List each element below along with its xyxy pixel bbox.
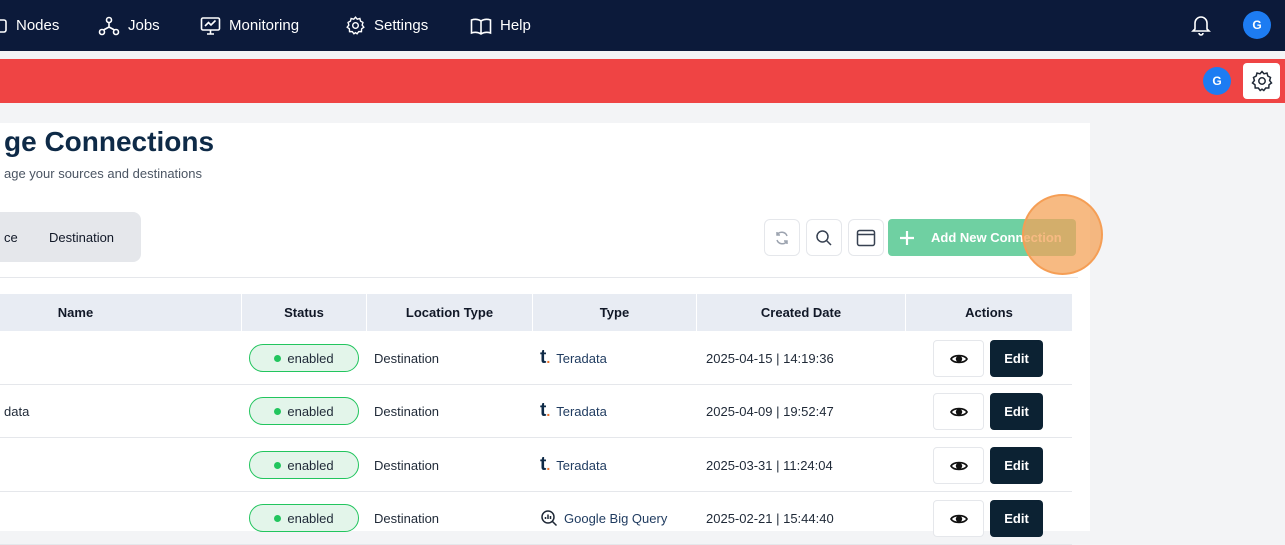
page-subtitle: age your sources and destinations <box>4 166 203 181</box>
nav-settings-label: Settings <box>374 17 429 34</box>
edit-button[interactable]: Edit <box>990 340 1043 377</box>
column-header-name[interactable]: Name <box>0 294 242 331</box>
status-label: enabled <box>287 403 334 419</box>
view-button[interactable] <box>933 340 984 377</box>
nav-monitoring-label: Monitoring <box>229 17 300 34</box>
jobs-icon <box>98 16 120 35</box>
top-nav-bar: Nodes Jobs Monitoring Settings Help G <box>0 0 1285 51</box>
click-highlight <box>1022 194 1103 275</box>
column-header-created-date[interactable]: Created Date <box>697 294 906 331</box>
user-avatar[interactable]: G <box>1243 11 1271 39</box>
status-dot <box>274 407 282 415</box>
row-location-type: Destination <box>374 457 440 473</box>
row-location-type: Destination <box>374 350 440 366</box>
refresh-icon <box>776 230 788 245</box>
window-icon <box>856 229 876 246</box>
nav-settings[interactable]: Settings <box>345 0 428 51</box>
nodes-icon <box>0 18 7 33</box>
row-type-label: Teradata <box>556 403 607 419</box>
column-header-type[interactable]: Type <box>533 294 697 331</box>
row-created-date: 2025-02-21 | 15:44:40 <box>706 510 834 526</box>
nav-nodes[interactable]: Nodes <box>0 0 59 51</box>
search-icon <box>816 229 832 246</box>
column-header-status[interactable]: Status <box>242 294 367 331</box>
edit-button[interactable]: Edit <box>990 500 1043 537</box>
status-badge: enabled <box>249 344 359 372</box>
row-type: t. Teradata <box>540 332 607 384</box>
page-title: ge Connections <box>4 126 215 157</box>
bell-icon[interactable] <box>1191 14 1211 36</box>
nav-monitoring[interactable]: Monitoring <box>200 0 299 51</box>
view-button[interactable] <box>933 500 984 537</box>
table-row: enabled Destination Google Big Query 202… <box>0 492 1072 545</box>
row-name: data <box>4 403 30 419</box>
row-location-type: Destination <box>374 510 440 526</box>
row-created-date: 2025-04-15 | 14:19:36 <box>706 350 834 366</box>
tab-source[interactable]: ce <box>4 212 18 262</box>
eye-icon <box>949 354 968 363</box>
status-label: enabled <box>287 457 334 473</box>
row-created-date: 2025-04-09 | 19:52:47 <box>706 403 834 419</box>
connection-type-tabs: ce Destination <box>0 212 141 262</box>
row-type: Google Big Query <box>540 492 667 544</box>
search-button[interactable] <box>806 219 842 256</box>
columns-button[interactable] <box>848 219 884 256</box>
nav-jobs-label: Jobs <box>128 17 160 34</box>
nav-help[interactable]: Help <box>470 0 531 51</box>
book-icon <box>470 18 492 35</box>
row-type-label: Teradata <box>556 457 607 473</box>
tab-destination[interactable]: Destination <box>49 212 114 262</box>
status-badge: enabled <box>249 504 359 532</box>
edit-button[interactable]: Edit <box>990 447 1043 484</box>
status-dot <box>274 461 282 469</box>
column-header-location-type[interactable]: Location Type <box>367 294 533 331</box>
status-label: enabled <box>287 510 334 526</box>
gear-icon <box>1250 70 1273 92</box>
view-button[interactable] <box>933 447 984 484</box>
row-type-label: Teradata <box>556 350 607 366</box>
banner-settings-button[interactable] <box>1243 63 1280 99</box>
refresh-button[interactable] <box>764 219 800 256</box>
status-dot <box>274 354 282 362</box>
plus-icon <box>900 230 914 245</box>
teradata-icon: t. <box>540 454 551 475</box>
monitoring-icon <box>200 16 221 35</box>
eye-icon <box>949 461 968 470</box>
edit-button[interactable]: Edit <box>990 393 1043 430</box>
table-header: Name Status Location Type Type Created D… <box>0 294 1072 331</box>
gear-icon <box>346 16 365 35</box>
status-dot <box>274 514 282 522</box>
nav-help-label: Help <box>500 17 531 34</box>
nav-jobs[interactable]: Jobs <box>98 0 160 51</box>
status-banner: G <box>0 59 1285 103</box>
banner-avatar[interactable]: G <box>1203 67 1231 95</box>
row-type: t. Teradata <box>540 385 607 437</box>
row-location-type: Destination <box>374 403 440 419</box>
status-badge: enabled <box>249 397 359 425</box>
row-type: t. Teradata <box>540 439 607 491</box>
row-type-label: Google Big Query <box>564 510 668 526</box>
teradata-icon: t. <box>540 400 551 421</box>
view-button[interactable] <box>933 393 984 430</box>
status-badge: enabled <box>249 451 359 479</box>
status-label: enabled <box>287 350 334 366</box>
row-created-date: 2025-03-31 | 11:24:04 <box>706 457 833 473</box>
bigquery-icon <box>541 510 558 527</box>
eye-icon <box>949 514 968 523</box>
eye-icon <box>949 407 968 416</box>
table-row: data enabled Destination t. Teradata 202… <box>0 385 1072 438</box>
nav-nodes-label: Nodes <box>16 17 60 34</box>
column-header-actions: Actions <box>965 305 1013 320</box>
table-row: enabled Destination t. Teradata 2025-03-… <box>0 439 1072 492</box>
toolbar-divider <box>0 277 1078 278</box>
table-row: enabled Destination t. Teradata 2025-04-… <box>0 332 1072 385</box>
teradata-icon: t. <box>540 347 551 368</box>
